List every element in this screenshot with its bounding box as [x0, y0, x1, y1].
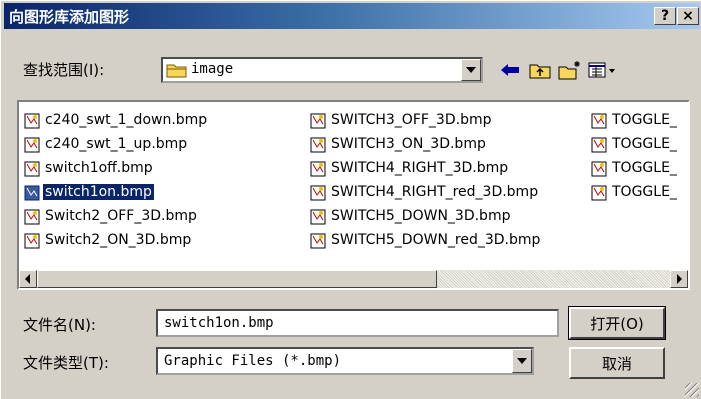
bitmap-file-icon [310, 137, 326, 153]
bitmap-file-icon [591, 137, 607, 153]
bitmap-file-icon [24, 185, 40, 201]
file-item[interactable]: SWITCH3_ON_3D.bmp [309, 132, 542, 156]
lookin-dropdown-button[interactable] [461, 59, 481, 81]
bitmap-file-icon [310, 209, 326, 225]
add-graphic-dialog: 向图形库添加图形 ? × 查找范围(I): image c240_swt_1_d… [0, 0, 701, 399]
bitmap-file-icon [310, 233, 326, 249]
lookin-value: image [191, 61, 234, 77]
up-folder-button[interactable] [528, 59, 552, 81]
back-button[interactable] [498, 59, 522, 81]
arrow-right-icon [677, 274, 682, 284]
up-folder-icon [529, 64, 551, 79]
file-item[interactable]: TOGGLE_ [590, 156, 679, 180]
file-item[interactable]: TOGGLE_ [590, 132, 679, 156]
bitmap-file-icon [24, 209, 40, 225]
open-button[interactable]: 打开(O) [568, 306, 666, 340]
file-item[interactable]: SWITCH4_RIGHT_red_3D.bmp [309, 180, 542, 204]
scroll-right-button[interactable] [670, 270, 688, 288]
file-item[interactable]: c240_swt_1_up.bmp [23, 132, 209, 156]
bitmap-file-icon [310, 161, 326, 177]
filetype-label: 文件类型(T): [23, 354, 109, 372]
bitmap-file-icon [24, 161, 40, 177]
file-column-1: c240_swt_1_down.bmp c240_swt_1_up.bmp sw… [23, 108, 209, 252]
back-arrow-icon [501, 64, 519, 76]
scroll-thumb[interactable] [37, 270, 437, 288]
file-column-3: TOGGLE_ TOGGLE_ TOGGLE_ TOGGLE_ [590, 108, 679, 204]
file-item[interactable]: SWITCH3_OFF_3D.bmp [309, 108, 542, 132]
view-menu-button[interactable] [587, 59, 619, 81]
file-item[interactable]: SWITCH5_DOWN_3D.bmp [309, 204, 542, 228]
file-item[interactable]: Switch2_OFF_3D.bmp [23, 204, 209, 228]
filetype-dropdown-button[interactable] [512, 349, 532, 373]
chevron-down-icon [466, 67, 476, 73]
filetype-value: Graphic Files (*.bmp) [164, 353, 342, 369]
bitmap-file-icon [310, 185, 326, 201]
file-item[interactable]: Switch2_ON_3D.bmp [23, 228, 209, 252]
title-bar[interactable]: 向图形库添加图形 ? × [4, 3, 700, 29]
file-item[interactable]: switch1off.bmp [23, 156, 209, 180]
lookin-dropdown[interactable]: image [161, 57, 483, 83]
filename-label: 文件名(N): [23, 316, 96, 334]
new-folder-button[interactable] [558, 59, 582, 81]
horizontal-scrollbar[interactable] [19, 270, 688, 288]
file-item[interactable]: SWITCH4_RIGHT_3D.bmp [309, 156, 542, 180]
file-item-selected[interactable]: switch1on.bmp [23, 180, 209, 204]
file-list[interactable]: c240_swt_1_down.bmp c240_swt_1_up.bmp sw… [17, 100, 690, 290]
bitmap-file-icon [591, 185, 607, 201]
new-folder-icon [558, 61, 580, 80]
bitmap-file-icon [24, 233, 40, 249]
file-column-2: SWITCH3_OFF_3D.bmp SWITCH3_ON_3D.bmp SWI… [309, 108, 542, 252]
chevron-down-icon [517, 358, 527, 364]
details-view-icon [588, 62, 615, 78]
filename-input[interactable]: switch1on.bmp [156, 309, 559, 337]
bitmap-file-icon [24, 137, 40, 153]
bitmap-file-icon [591, 113, 607, 129]
file-item[interactable]: SWITCH5_DOWN_red_3D.bmp [309, 228, 542, 252]
arrow-left-icon [25, 274, 30, 284]
filetype-dropdown[interactable]: Graphic Files (*.bmp) [156, 347, 534, 375]
bitmap-file-icon [591, 161, 607, 177]
scroll-left-button[interactable] [19, 270, 37, 288]
help-button[interactable]: ? [654, 7, 676, 25]
lookin-label: 查找范围(I): [23, 61, 105, 79]
cancel-button[interactable]: 取消 [569, 347, 665, 379]
folder-icon [166, 64, 187, 78]
file-item[interactable]: c240_swt_1_down.bmp [23, 108, 209, 132]
file-item[interactable]: TOGGLE_ [590, 180, 679, 204]
bitmap-file-icon [310, 113, 326, 129]
file-item[interactable]: TOGGLE_ [590, 108, 679, 132]
resize-grip[interactable] [685, 383, 699, 397]
window-title: 向图形库添加图形 [9, 8, 130, 26]
bitmap-file-icon [24, 113, 40, 129]
close-button[interactable]: × [677, 7, 699, 25]
